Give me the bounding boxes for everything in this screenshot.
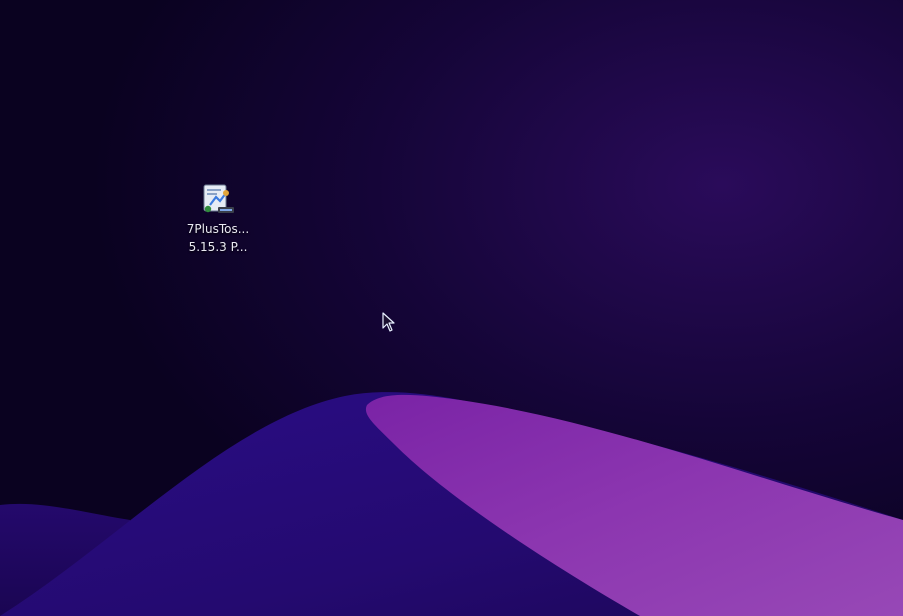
desktop-icon-7plustaskbar[interactable]: 7PlusTos... 5.15.3 P... — [182, 181, 254, 256]
icon-label-line1: 7PlusTos... — [186, 222, 250, 236]
icon-label-line2: 5.15.3 P... — [188, 240, 248, 254]
arrow-cursor-icon — [382, 312, 395, 332]
installer-app-icon — [203, 184, 234, 213]
icon-label: 7PlusTos... 5.15.3 P... — [187, 220, 249, 256]
desktop-wallpaper — [0, 0, 903, 616]
